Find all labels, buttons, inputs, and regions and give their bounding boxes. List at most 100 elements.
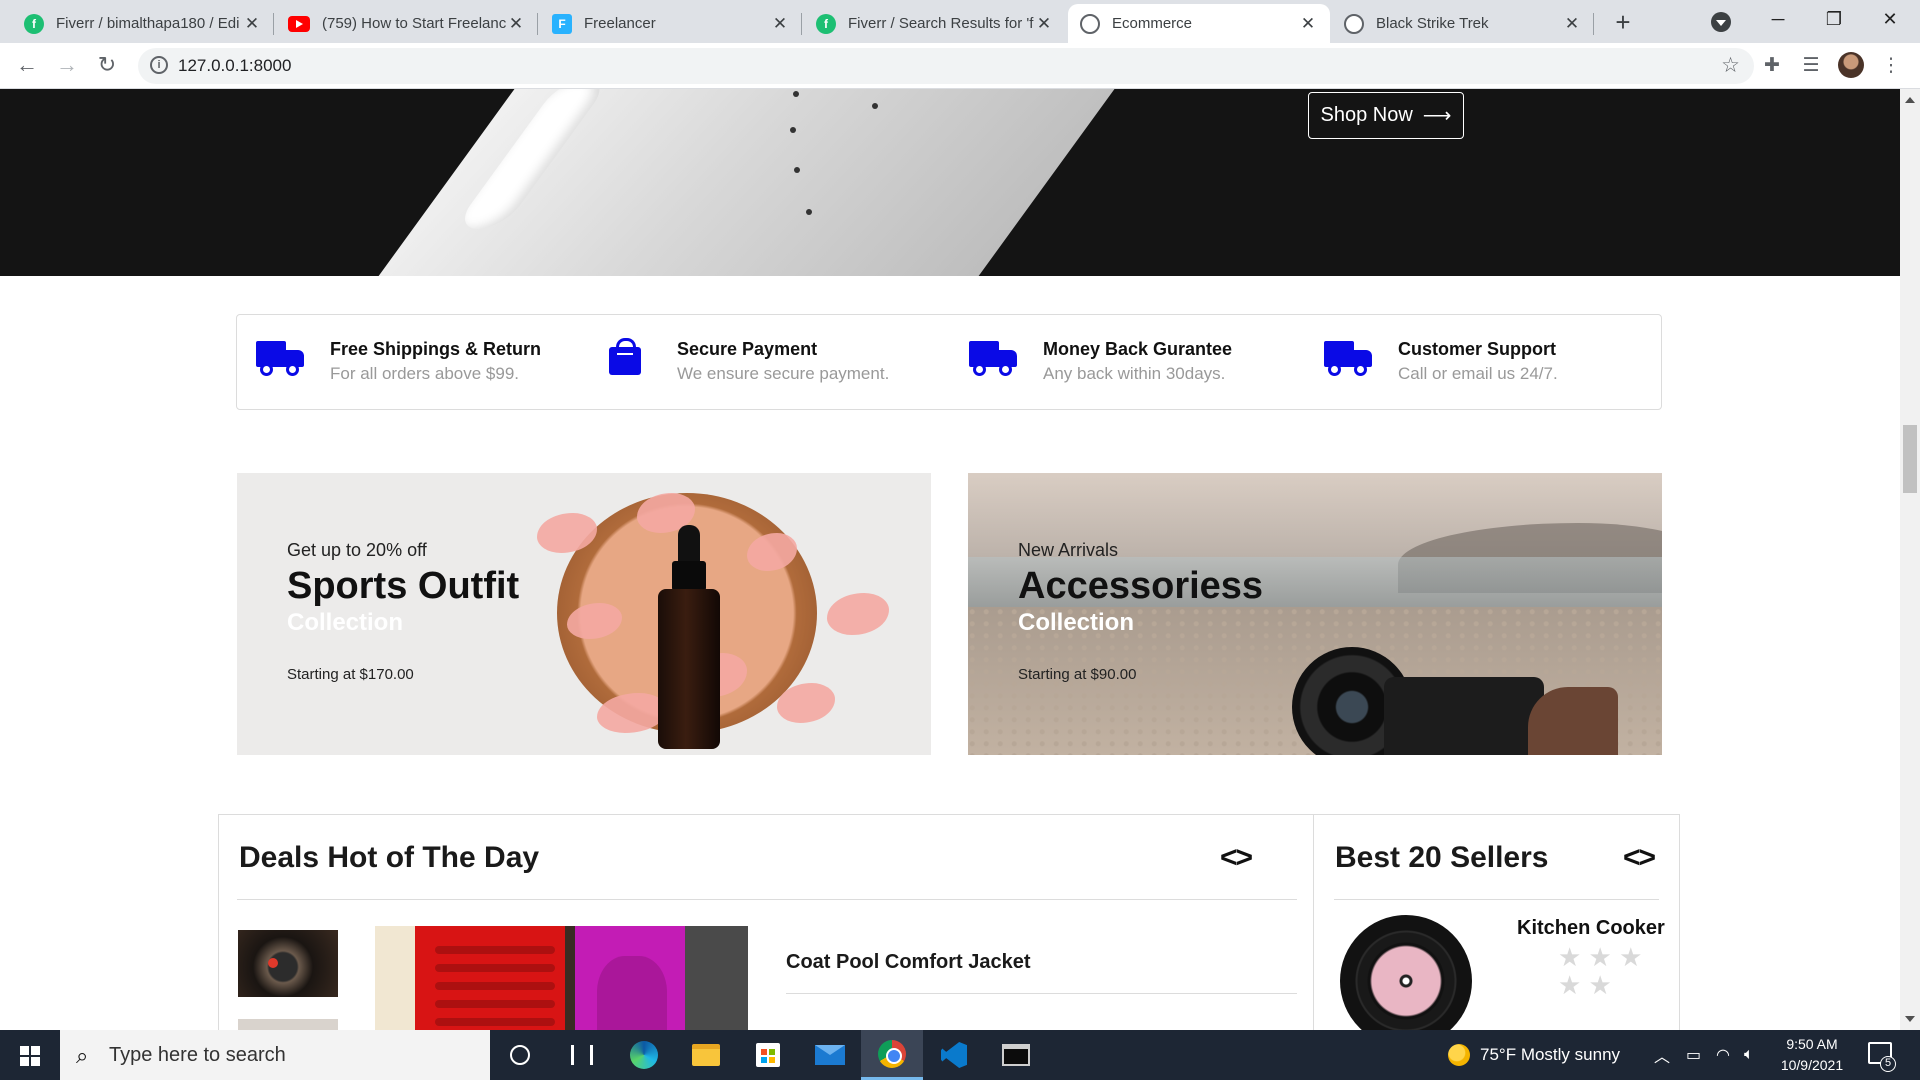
banner-offer: Get up to 20% off bbox=[287, 540, 427, 560]
sunny-weather-icon bbox=[1448, 1044, 1470, 1066]
browser-tab-strip: f Fiverr / bimalthapa180 / Edi ✕ (759) H… bbox=[0, 0, 1920, 43]
edge-icon bbox=[630, 1041, 658, 1069]
close-icon[interactable]: ✕ bbox=[1034, 14, 1054, 34]
new-tab-button[interactable]: + bbox=[1606, 6, 1640, 40]
product-thumbnail[interactable] bbox=[238, 1015, 338, 1030]
close-window-button[interactable]: ✕ bbox=[1862, 0, 1918, 40]
tab-separator bbox=[273, 13, 274, 35]
close-icon[interactable]: ✕ bbox=[1562, 14, 1582, 34]
site-info-icon[interactable]: i bbox=[150, 56, 168, 74]
hero-banner: Shop Now ⟶ bbox=[0, 89, 1900, 276]
back-button[interactable]: ← bbox=[12, 51, 42, 81]
search-placeholder: Type here to search bbox=[109, 1044, 286, 1066]
banner-price: Starting at $170.00 bbox=[287, 666, 414, 683]
taskbar-app-edge[interactable] bbox=[613, 1030, 675, 1080]
url-text: 127.0.0.1:8000 bbox=[178, 56, 292, 75]
feature-desc: Call or email us 24/7. bbox=[1398, 364, 1558, 383]
vinyl-record-image[interactable] bbox=[1340, 915, 1472, 1030]
browser-tab[interactable]: f Fiverr / Search Results for 'f ✕ bbox=[804, 4, 1066, 43]
carousel-nav-arrows[interactable]: <> bbox=[1623, 841, 1656, 875]
feature-title: Free Shippings & Return bbox=[330, 339, 542, 359]
close-icon[interactable]: ✕ bbox=[506, 14, 526, 34]
bookmark-star-icon[interactable]: ☆ bbox=[1721, 53, 1740, 78]
shop-now-label: Shop Now bbox=[1320, 104, 1413, 126]
rating-stars: ★ ★ ★ ★ ★ bbox=[1558, 942, 1643, 1000]
scroll-down-icon[interactable] bbox=[1905, 1016, 1915, 1022]
taskbar-search[interactable]: ⌕ Type here to search bbox=[60, 1030, 490, 1080]
carousel-nav-arrows[interactable]: <> bbox=[1220, 841, 1253, 875]
store-icon bbox=[756, 1043, 780, 1067]
arrow-right-icon: ⟶ bbox=[1422, 105, 1452, 127]
feature-title: Money Back Gurantee bbox=[1043, 339, 1233, 359]
wifi-icon[interactable]: ◠ bbox=[1716, 1030, 1730, 1080]
shop-now-button[interactable]: Shop Now ⟶ bbox=[1308, 92, 1464, 139]
banner-subheading: Collection bbox=[1018, 609, 1135, 636]
serum-bottle-image bbox=[658, 525, 720, 753]
system-clock[interactable]: 9:50 AM 10/9/2021 bbox=[1772, 1034, 1852, 1076]
start-button[interactable] bbox=[0, 1030, 60, 1080]
deals-title: Deals Hot of The Day bbox=[239, 841, 540, 874]
taskbar-app-store[interactable] bbox=[737, 1030, 799, 1080]
page-scrollbar[interactable] bbox=[1900, 89, 1920, 1030]
cortana-button[interactable] bbox=[489, 1030, 551, 1080]
globe-icon bbox=[1080, 13, 1100, 34]
sneaker-eyelet bbox=[872, 103, 878, 109]
close-icon[interactable]: ✕ bbox=[770, 14, 790, 34]
cortana-icon bbox=[510, 1045, 530, 1065]
taskbar-app-vscode[interactable] bbox=[923, 1030, 985, 1080]
product-thumbnail[interactable] bbox=[238, 930, 338, 997]
promo-banner-accessories[interactable]: New Arrivals Accessoriess Collection Sta… bbox=[968, 473, 1662, 755]
taskbar-app-explorer[interactable] bbox=[675, 1030, 737, 1080]
taskbar-app-terminal[interactable] bbox=[985, 1030, 1047, 1080]
browser-tab[interactable]: F Freelancer ✕ bbox=[540, 4, 802, 43]
product-image-jacket[interactable] bbox=[375, 926, 748, 1030]
extensions-icon[interactable]: ✚ bbox=[1759, 53, 1785, 79]
browser-tab[interactable]: f Fiverr / bimalthapa180 / Edi ✕ bbox=[12, 4, 274, 43]
features-strip: Free Shippings & Return For all orders a… bbox=[236, 314, 1662, 410]
deals-panel: Deals Hot of The Day <> Coat Pool Comfor… bbox=[218, 814, 1314, 1030]
close-icon[interactable]: ✕ bbox=[1298, 14, 1318, 34]
browser-tab[interactable]: (759) How to Start Freelanci ✕ bbox=[276, 4, 538, 43]
scroll-up-icon[interactable] bbox=[1905, 97, 1915, 103]
globe-icon bbox=[1344, 13, 1364, 34]
address-bar[interactable]: i 127.0.0.1:8000 ☆ bbox=[138, 48, 1754, 84]
tab-title: Freelancer bbox=[584, 15, 656, 32]
reload-button[interactable]: ↻ bbox=[92, 51, 122, 81]
sneaker-eyelet bbox=[794, 167, 800, 173]
banner-price: Starting at $90.00 bbox=[1018, 666, 1137, 683]
mail-icon bbox=[815, 1045, 845, 1065]
windows-logo-icon bbox=[20, 1046, 40, 1066]
taskbar-app-chrome[interactable] bbox=[861, 1030, 923, 1080]
feature-free-shipping: Free Shippings & Return For all orders a… bbox=[256, 337, 541, 387]
browser-tab-active[interactable]: Ecommerce ✕ bbox=[1068, 4, 1330, 43]
weather-widget[interactable]: 75°F Mostly sunny bbox=[1448, 1030, 1620, 1080]
browser-tab[interactable]: Black Strike Trek ✕ bbox=[1332, 4, 1594, 43]
battery-icon[interactable]: ▭ bbox=[1686, 1030, 1701, 1080]
taskbar-app-mail[interactable] bbox=[799, 1030, 861, 1080]
task-view-button[interactable] bbox=[551, 1030, 613, 1080]
tab-title: Black Strike Trek bbox=[1376, 15, 1489, 32]
banner-subheading: Collection bbox=[287, 609, 404, 636]
minimize-button[interactable]: ─ bbox=[1750, 0, 1806, 40]
volume-icon[interactable]: 🔈︎ bbox=[1744, 1030, 1754, 1080]
profile-avatar[interactable] bbox=[1838, 52, 1864, 78]
reading-list-icon[interactable]: ☰ bbox=[1798, 53, 1824, 79]
menu-dots-icon[interactable]: ⋮ bbox=[1878, 53, 1904, 79]
product-name[interactable]: Coat Pool Comfort Jacket bbox=[786, 951, 1030, 974]
tab-search-icon[interactable] bbox=[1711, 12, 1731, 32]
scrollbar-thumb[interactable] bbox=[1903, 425, 1917, 493]
feature-desc: For all orders above $99. bbox=[330, 364, 519, 383]
product-name[interactable]: Kitchen Cooker bbox=[1517, 917, 1665, 940]
tray-chevron-icon[interactable]: ︿ bbox=[1654, 1030, 1670, 1080]
task-view-icon bbox=[571, 1045, 593, 1065]
feature-customer-support: Customer Support Call or email us 24/7. bbox=[1324, 337, 1558, 387]
tab-title: Fiverr / bimalthapa180 / Edi bbox=[56, 15, 240, 32]
promo-banner-sports-outfit[interactable]: Get up to 20% off Sports Outfit Collecti… bbox=[237, 473, 931, 755]
tab-title: (759) How to Start Freelanci bbox=[322, 15, 506, 32]
restore-button[interactable]: ❐ bbox=[1806, 0, 1862, 40]
close-icon[interactable]: ✕ bbox=[242, 14, 262, 34]
banner-heading: Sports Outfit bbox=[287, 565, 520, 607]
camera-image bbox=[1288, 647, 1618, 755]
forward-button[interactable]: → bbox=[52, 51, 82, 81]
best-sellers-panel: Best 20 Sellers <> Kitchen Cooker ★ ★ ★ … bbox=[1313, 814, 1680, 1030]
